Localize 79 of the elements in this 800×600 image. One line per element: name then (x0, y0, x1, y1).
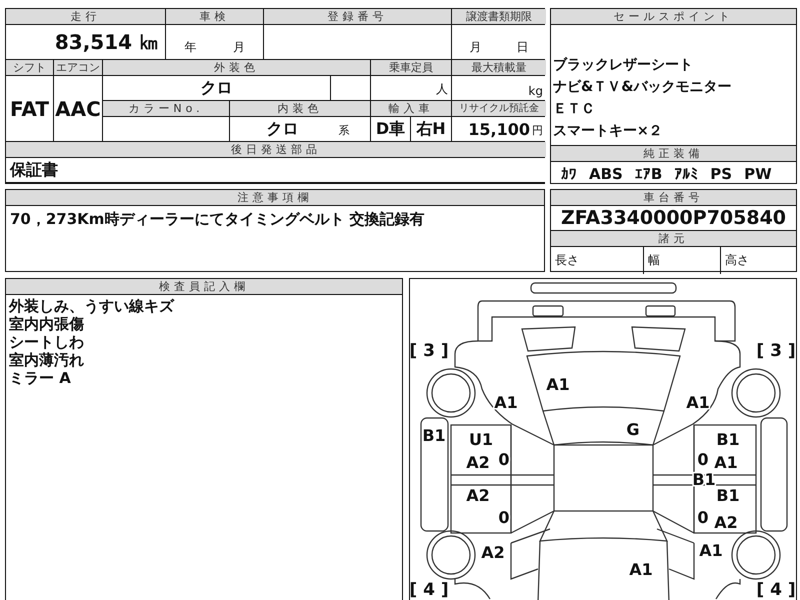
damage-code: 0 (697, 450, 709, 469)
damage-code: 0 (498, 508, 510, 527)
unit-label: 円 (532, 123, 543, 139)
table-header: 車検 (166, 9, 263, 24)
unit-label: 月 (232, 39, 245, 56)
inspector-note: ミラー A (9, 369, 72, 387)
damage-code: A1 (686, 393, 710, 412)
table-header: 車台番号 (551, 190, 796, 206)
tire-label: [ 3 ] (756, 341, 796, 361)
later-parts-value: 保証書 (6, 158, 546, 182)
sale-point-text: ナビ&ＴＶ&バックモニター (553, 78, 732, 97)
sale-point-text: ＥＴＣ (553, 100, 596, 119)
table-header: 内装色 (230, 101, 370, 116)
spec-label: 幅 (644, 247, 721, 274)
damage-code: U1 (468, 430, 494, 449)
tire-label: [ 4 ] (756, 580, 796, 600)
unit-label: kg (452, 76, 546, 100)
equipment-item: PS (710, 165, 732, 183)
tire-label: [ 3 ] (410, 341, 449, 361)
equipment-item: ｴｱB (634, 165, 662, 183)
damage-code: A2 (714, 513, 738, 532)
table-header: エアコン (54, 60, 102, 75)
damage-code: A1 (494, 393, 518, 412)
damage-code: 0 (697, 508, 709, 527)
damage-code: A2 (466, 486, 490, 505)
shift-value: FAT (6, 76, 53, 141)
steering-value: 右H (411, 117, 451, 141)
interior-color-value: クロ (266, 118, 298, 140)
equipment-item: ｱﾙﾐ (674, 165, 698, 183)
damage-code: B1 (422, 426, 446, 445)
inspector-note: 室内薄汚れ (9, 351, 85, 369)
damage-code: A1 (714, 453, 738, 472)
tire-label: [ 4 ] (410, 580, 449, 600)
table-header: 後日発送部品 (6, 142, 546, 157)
damage-code: A2 (466, 453, 490, 472)
mileage-value: 83,514 ㎞ (6, 25, 165, 59)
table-header: リサイクル預託金 (452, 101, 546, 116)
notes-text: 70，273Km時ディーラーにてタイミングベルト 交換記録有 (9, 209, 426, 230)
table-header: 諸元 (551, 231, 796, 247)
equipment-item: ABS (589, 165, 623, 183)
damage-code: A1 (546, 375, 570, 394)
damage-code: G (626, 420, 640, 439)
inspector-note: 外装しみ、うすい線キズ (9, 297, 176, 315)
table-header: シフト (6, 60, 53, 75)
table-header: セールスポイント (551, 9, 796, 25)
table-header: 検査員記入欄 (6, 279, 402, 295)
table-header: 譲渡書類期限 (452, 9, 546, 24)
table-header: カラーNo. (103, 101, 229, 116)
aircon-value: AAC (54, 76, 102, 141)
unit-label: 月 (470, 39, 482, 56)
table-header: 登録番号 (264, 9, 451, 24)
inspector-note: シートしわ (9, 333, 85, 351)
equipment-item: ｶﾜ (561, 165, 577, 183)
spec-label: 長さ (551, 247, 644, 274)
damage-code: B1 (716, 430, 740, 449)
sale-point-text: スマートキー×２ (553, 122, 664, 141)
unit-label: 日 (516, 39, 528, 56)
recycle-fee-value: 15,100 (468, 120, 530, 138)
unit-label: 人 (371, 76, 451, 100)
table-header: 純正装備 (551, 146, 796, 162)
damage-code: A2 (481, 543, 505, 562)
table-header: 走行 (6, 9, 165, 24)
table-header: 輸入車 (371, 101, 451, 116)
table-header: 注意事項欄 (6, 190, 544, 206)
unit-label: 系 (338, 123, 350, 139)
damage-code: 0 (498, 450, 510, 469)
damage-code: B1 (716, 486, 740, 505)
inspector-note: 室内内張傷 (9, 315, 85, 333)
damage-code: A1 (699, 541, 723, 560)
exterior-color-value: クロ (103, 76, 330, 100)
table-header: 乗車定員 (371, 60, 451, 75)
sale-point-text: ブラックレザーシート (553, 56, 694, 75)
damage-code: A1 (629, 560, 653, 579)
unit-label: 年 (184, 39, 196, 56)
table-header: 外装色 (103, 60, 370, 75)
spec-label: 高さ (724, 252, 750, 269)
table-header: 最大積載量 (452, 60, 546, 75)
equipment-item: PW (744, 165, 772, 183)
import-type-value: D車 (371, 117, 410, 141)
